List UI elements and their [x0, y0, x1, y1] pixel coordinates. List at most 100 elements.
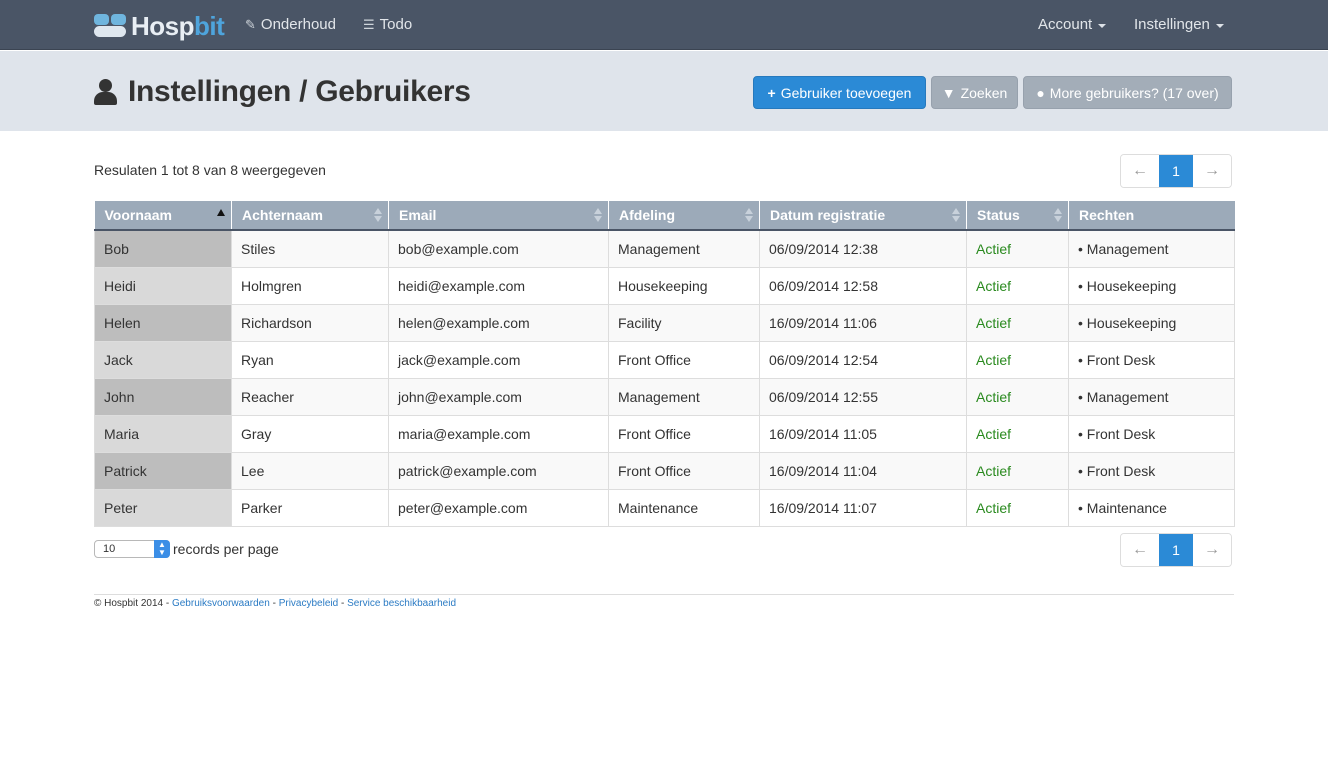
add-user-button[interactable]: + Gebruiker toevoegen — [753, 76, 926, 109]
nav-account-dropdown[interactable]: Account — [1038, 16, 1107, 33]
footer-availability-link[interactable]: Service beschikbaarheid — [347, 598, 456, 609]
select-arrows-icon: ▲ ▼ — [154, 540, 170, 558]
page-title-text: Instellingen / Gebruikers — [128, 75, 471, 108]
pagination-prev[interactable]: ← — [1121, 534, 1159, 566]
cell-achternaam: Holmgren — [231, 267, 389, 305]
table-row[interactable]: Patrick Lee patrick@example.com Front Offic… — [94, 452, 1235, 490]
hospbit-logo-icon — [94, 14, 128, 38]
user-icon: ● — [1036, 84, 1045, 101]
footer-divider — [94, 594, 1234, 595]
results-summary: Resulaten 1 tot 8 van 8 weergegeven — [94, 162, 326, 178]
sort-icon — [745, 208, 753, 222]
cell-status: Actief — [966, 341, 1069, 379]
cell-email: peter@example.com — [388, 489, 609, 527]
nav-todo-label: Todo — [379, 16, 413, 33]
sort-icon — [952, 208, 960, 222]
cell-achternaam: Lee — [231, 452, 389, 490]
cell-rechten: • Front Desk — [1068, 452, 1235, 490]
top-navbar: Hospbit ✎ Onderhoud ☰ Todo Account Inste… — [0, 0, 1328, 50]
cell-achternaam: Parker — [231, 489, 389, 527]
table-row[interactable]: Heidi Holmgren heidi@example.com Housekeepi… — [94, 267, 1235, 305]
table-row[interactable]: Jack Ryan jack@example.com Front Office 06/0… — [94, 341, 1235, 379]
cell-voornaam: Bob — [94, 230, 232, 268]
cell-email: patrick@example.com — [388, 452, 609, 490]
search-button[interactable]: ▼ Zoeken — [931, 76, 1018, 109]
column-header-datum-registratie[interactable]: Datum registratie — [759, 201, 967, 231]
table-body: Bob Stiles bob@example.com Management 06/09/… — [94, 230, 1235, 527]
pagination-next[interactable]: → — [1193, 155, 1231, 187]
cell-achternaam: Gray — [231, 415, 389, 453]
sort-icon — [1054, 208, 1062, 222]
cell-achternaam: Stiles — [231, 230, 389, 268]
cell-afdeling: Front Office — [608, 415, 760, 453]
column-header-voornaam[interactable]: Voornaam — [94, 201, 232, 231]
cell-afdeling: Management — [608, 230, 760, 268]
pagination-next[interactable]: → — [1193, 534, 1231, 566]
footer: © Hospbit 2014 - Gebruiksvoorwaarden - P… — [94, 598, 456, 609]
pagination-page[interactable]: 1 — [1159, 534, 1193, 566]
nav-settings-dropdown[interactable]: Instellingen — [1134, 16, 1224, 33]
cell-voornaam: Helen — [94, 304, 232, 342]
plus-icon: + — [767, 84, 776, 101]
cell-status: Actief — [966, 489, 1069, 527]
column-header-status[interactable]: Status — [966, 201, 1069, 231]
table-row[interactable]: Peter Parker peter@example.com Maintenance 1… — [94, 489, 1235, 527]
brand-name: Hospbit — [131, 10, 225, 41]
cell-afdeling: Facility — [608, 304, 760, 342]
table-row[interactable]: Maria Gray maria@example.com Front Office 16… — [94, 415, 1235, 453]
brand-logo-link[interactable]: Hospbit — [94, 10, 225, 41]
footer-terms-link[interactable]: Gebruiksvoorwaarden — [172, 598, 270, 609]
pagination-top: ← 1 → — [1120, 154, 1232, 188]
nav-onderhoud[interactable]: ✎ Onderhoud — [245, 16, 336, 33]
cell-email: bob@example.com — [388, 230, 609, 268]
user-icon — [94, 78, 118, 106]
records-per-page-select[interactable]: 10 ▲ ▼ — [94, 540, 170, 558]
cell-voornaam: Jack — [94, 341, 232, 379]
sort-icon — [374, 208, 382, 222]
footer-privacy-link[interactable]: Privacybeleid — [279, 598, 338, 609]
search-label: Zoeken — [960, 84, 1008, 101]
cell-voornaam: Peter — [94, 489, 232, 527]
more-users-button[interactable]: ● More gebruikers? (17 over) — [1023, 76, 1232, 109]
table-row[interactable]: Bob Stiles bob@example.com Management 06/09/… — [94, 230, 1235, 268]
column-header-achternaam[interactable]: Achternaam — [231, 201, 389, 231]
table-row[interactable]: Helen Richardson helen@example.com Facility… — [94, 304, 1235, 342]
cell-rechten: • Management — [1068, 378, 1235, 416]
sort-ascending-icon — [217, 209, 225, 216]
table-row[interactable]: John Reacher john@example.com Management 06/… — [94, 378, 1235, 416]
column-header-email[interactable]: Email — [388, 201, 609, 231]
cell-datum-registratie: 06/09/2014 12:55 — [759, 378, 967, 416]
nav-todo[interactable]: ☰ Todo — [363, 16, 412, 33]
pagination-bottom: ← 1 → — [1120, 533, 1232, 567]
cell-email: maria@example.com — [388, 415, 609, 453]
cell-rechten: • Front Desk — [1068, 415, 1235, 453]
cell-voornaam: John — [94, 378, 232, 416]
cell-afdeling: Front Office — [608, 452, 760, 490]
cell-status: Actief — [966, 378, 1069, 416]
cell-afdeling: Maintenance — [608, 489, 760, 527]
cell-status: Actief — [966, 304, 1069, 342]
cell-datum-registratie: 06/09/2014 12:54 — [759, 341, 967, 379]
page-header: Instellingen / Gebruikers + Gebruiker to… — [0, 51, 1328, 131]
more-users-label: More gebruikers? (17 over) — [1049, 84, 1219, 101]
pagination-page[interactable]: 1 — [1159, 155, 1193, 187]
records-per-page: 10 ▲ ▼ records per page — [94, 540, 279, 558]
cell-voornaam: Maria — [94, 415, 232, 453]
column-header-afdeling[interactable]: Afdeling — [608, 201, 760, 231]
cell-rechten: • Management — [1068, 230, 1235, 268]
cell-achternaam: Richardson — [231, 304, 389, 342]
cell-achternaam: Ryan — [231, 341, 389, 379]
wrench-icon: ✎ — [245, 16, 256, 32]
users-table: Voornaam Achternaam Email Afdeling Datum… — [94, 201, 1235, 527]
nav-onderhoud-label: Onderhoud — [260, 16, 336, 33]
cell-rechten: • Housekeeping — [1068, 267, 1235, 305]
pagination-prev[interactable]: ← — [1121, 155, 1159, 187]
cell-voornaam: Heidi — [94, 267, 232, 305]
cell-email: john@example.com — [388, 378, 609, 416]
nav-account-label: Account — [1038, 16, 1093, 33]
cell-rechten: • Housekeeping — [1068, 304, 1235, 342]
cell-email: heidi@example.com — [388, 267, 609, 305]
list-icon: ☰ — [363, 16, 375, 32]
cell-datum-registratie: 16/09/2014 11:05 — [759, 415, 967, 453]
footer-separator: - — [338, 598, 348, 609]
